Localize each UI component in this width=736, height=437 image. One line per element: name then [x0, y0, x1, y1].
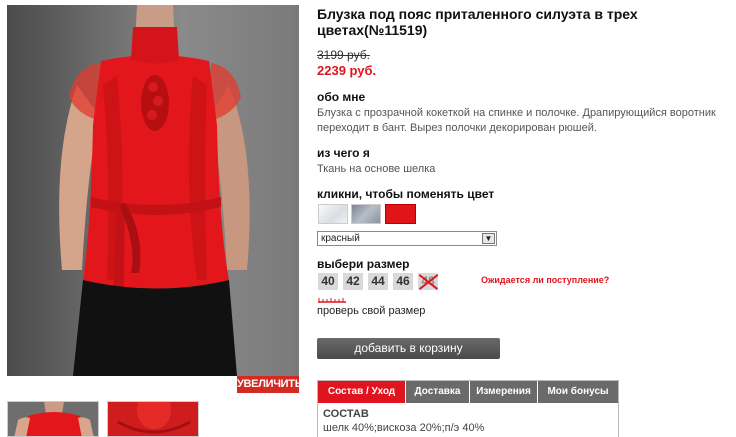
check-size-link[interactable]: проверь свой размер — [317, 305, 425, 317]
size-option-46[interactable]: 46 — [393, 273, 413, 290]
tab-delivery[interactable]: Доставка — [406, 381, 470, 403]
color-swatch-white[interactable] — [318, 204, 348, 224]
tab-composition-care[interactable]: Состав / Уход — [318, 381, 406, 403]
size-heading: выбери размер — [317, 257, 410, 271]
about-heading: обо мне — [317, 90, 366, 104]
product-main-photo[interactable] — [7, 5, 299, 376]
color-swatch-grey[interactable] — [351, 204, 381, 224]
restock-inquiry-link[interactable]: Ожидается ли поступление? — [481, 275, 609, 285]
add-to-cart-button[interactable]: добавить в корзину — [317, 338, 500, 359]
thumbnail-image — [14, 402, 94, 436]
tab-bar: Состав / Уход Доставка Измерения Мои бон… — [318, 381, 618, 403]
about-text: Блузка с прозрачной кокеткой на спинке и… — [317, 107, 716, 134]
tab-my-bonuses[interactable]: Мои бонусы — [538, 381, 618, 403]
color-heading: кликни, чтобы поменять цвет — [317, 187, 495, 201]
size-option-40[interactable]: 40 — [318, 273, 338, 290]
current-price: 2239 руб. — [317, 63, 377, 78]
material-heading: из чего я — [317, 146, 370, 160]
tab-measurements[interactable]: Измерения — [470, 381, 538, 403]
color-select-value: красный — [321, 233, 360, 244]
thumbnail-back-view[interactable] — [7, 401, 99, 437]
color-select[interactable]: красный ▼ — [317, 231, 497, 246]
thumbnail-detail-view[interactable] — [107, 401, 199, 437]
model-illustration — [59, 5, 250, 376]
tab-content-heading: СОСТАВ — [323, 408, 369, 420]
tab-content-text: шелк 40%;вискоза 20%;п/э 40% — [323, 422, 485, 434]
old-price: 3199 руб. — [317, 48, 370, 62]
product-title: Блузка под пояс приталенного силуэта в т… — [317, 6, 638, 38]
ruler-icon — [318, 298, 346, 303]
size-option-42[interactable]: 42 — [343, 273, 363, 290]
size-option-48-unavailable[interactable]: 48 — [418, 273, 438, 290]
chevron-down-icon[interactable]: ▼ — [482, 233, 495, 244]
material-text: Ткань на основе шелка — [317, 163, 436, 175]
product-details-tabs: Состав / Уход Доставка Измерения Мои бон… — [317, 380, 619, 437]
size-option-44[interactable]: 44 — [368, 273, 388, 290]
thumbnail-image — [108, 402, 198, 436]
color-swatch-red[interactable] — [385, 204, 416, 224]
zoom-button[interactable]: УВЕЛИЧИТЬ — [237, 376, 303, 393]
